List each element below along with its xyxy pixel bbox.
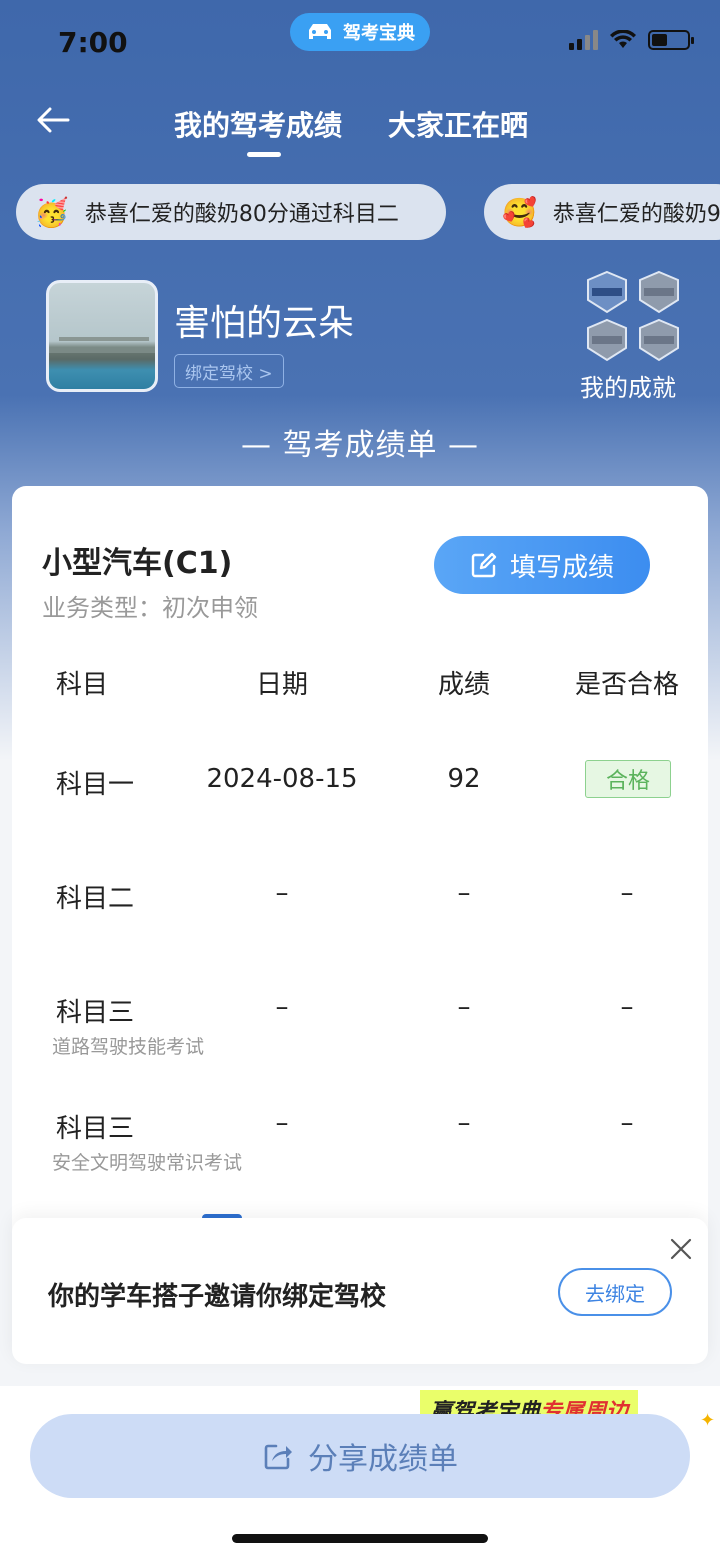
row-date: –: [275, 878, 289, 908]
status-bar: 7:00 驾考宝典: [0, 0, 720, 86]
invite-text: 你的学车搭子邀请你绑定驾校: [48, 1282, 387, 1312]
business-type: 业务类型：初次申领: [42, 594, 258, 622]
app-pill[interactable]: 驾考宝典: [290, 13, 430, 51]
achievements-label[interactable]: 我的成就: [580, 368, 676, 403]
pass-badge: 合格: [585, 760, 671, 798]
close-icon[interactable]: [668, 1236, 694, 1262]
go-bind-button[interactable]: 去绑定: [558, 1268, 672, 1316]
battery-icon: [648, 30, 694, 50]
smiling-hearts-icon: 🥰: [502, 195, 537, 229]
row-subject: 科目二: [56, 884, 135, 914]
row-pass: –: [620, 992, 634, 1022]
row-subtitle: 安全文明驾驶常识考试: [52, 1152, 243, 1174]
share-icon: [264, 1444, 292, 1470]
status-icons: [569, 30, 694, 50]
achievement-badge-icon: [587, 318, 627, 362]
username: 害怕的云朵: [174, 303, 355, 344]
ticker-text: 恭喜仁爱的酸奶9: [552, 202, 720, 227]
fill-score-label: 填写成绩: [509, 552, 614, 583]
sparkle-icon: ✦: [700, 1410, 716, 1431]
invite-banner: 你的学车搭子邀请你绑定驾校 去绑定: [12, 1218, 708, 1364]
home-indicator[interactable]: [232, 1534, 488, 1543]
row-subject: 科目三: [56, 998, 135, 1028]
active-tab-indicator: [247, 152, 281, 157]
ticker-item: 🥰 恭喜仁爱的酸奶9: [484, 184, 720, 240]
row-score: –: [457, 992, 471, 1022]
row-pass: –: [620, 878, 634, 908]
edit-icon: [471, 552, 497, 578]
row-subject: 科目三: [56, 1114, 135, 1144]
achievement-badge-icon: [587, 270, 627, 314]
row-score: –: [457, 878, 471, 908]
achievement-badges[interactable]: [584, 270, 684, 362]
row-date: –: [275, 1108, 289, 1138]
avatar[interactable]: [46, 280, 158, 392]
tab-everyone-sharing[interactable]: 大家正在晒: [388, 104, 528, 144]
car-icon: [309, 24, 331, 39]
wifi-icon: [610, 30, 636, 48]
tab-my-scores[interactable]: 我的驾考成绩: [174, 104, 342, 144]
header-date: 日期: [255, 670, 308, 700]
vehicle-type: 小型汽车(C1): [42, 546, 233, 581]
fill-score-button[interactable]: 填写成绩: [434, 536, 650, 594]
achievement-badge-icon: [639, 318, 679, 362]
row-score: –: [457, 1108, 471, 1138]
score-card: 小型汽车(C1) 业务类型：初次申领 填写成绩 科目 日期 成绩 是否合格 科目…: [12, 486, 708, 1246]
header-subject: 科目: [56, 670, 109, 700]
app-name: 驾考宝典: [343, 23, 415, 44]
row-pass: –: [620, 1108, 634, 1138]
ticker-text: 恭喜仁爱的酸奶80分通过科目二: [84, 202, 399, 227]
row-date: –: [275, 992, 289, 1022]
back-arrow-icon[interactable]: [34, 100, 74, 140]
row-date: 2024-08-15: [206, 764, 358, 794]
ticker-item: 🥳 恭喜仁爱的酸奶80分通过科目二: [16, 184, 446, 240]
signal-icon: [569, 30, 598, 50]
party-face-icon: 🥳: [34, 195, 69, 229]
header-score: 成绩: [437, 670, 490, 700]
score-sheet-title: — 驾考成绩单 —: [240, 428, 480, 463]
row-score: 92: [447, 764, 481, 794]
share-score-button[interactable]: 分享成绩单: [30, 1414, 690, 1498]
status-time: 7:00: [58, 26, 128, 59]
row-subtitle: 道路驾驶技能考试: [52, 1036, 205, 1058]
share-label: 分享成绩单: [308, 1442, 458, 1477]
header-pass: 是否合格: [574, 670, 679, 700]
bind-school-button[interactable]: 绑定驾校 >: [174, 354, 284, 388]
row-subject: 科目一: [56, 770, 135, 800]
achievement-badge-icon: [639, 270, 679, 314]
